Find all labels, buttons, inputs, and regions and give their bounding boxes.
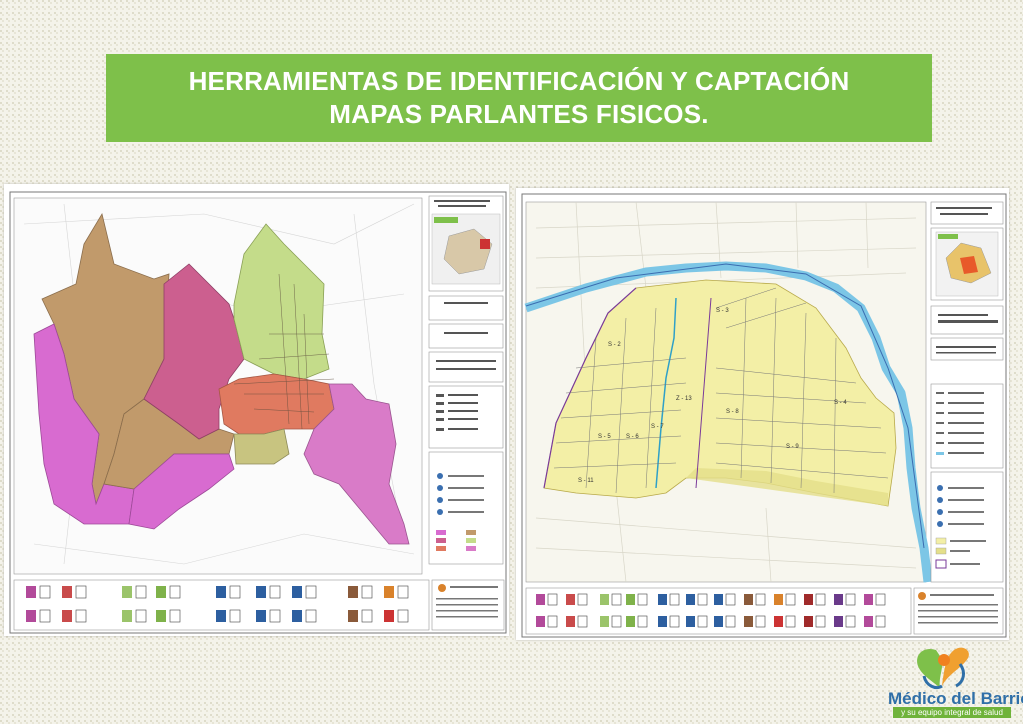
logo-tagline: y su equipo integral de salud xyxy=(893,707,1011,718)
title-line-2: MAPAS PARLANTES FISICOS. xyxy=(329,99,709,129)
label-s7: S - 7 xyxy=(651,424,664,430)
title-banner: HERRAMIENTAS DE IDENTIFICACIÓN Y CAPTACI… xyxy=(106,54,932,142)
zona-salmon-center xyxy=(218,373,335,435)
label-s5: S - 5 xyxy=(598,434,611,440)
label-z13: Z - 13 xyxy=(676,396,692,402)
label-s4: S - 4 xyxy=(834,400,847,406)
label-s8: S - 8 xyxy=(726,409,739,415)
left-map-svg xyxy=(9,191,507,634)
title-line-1: HERRAMIENTAS DE IDENTIFICACIÓN Y CAPTACI… xyxy=(188,66,850,96)
zona-olive-south xyxy=(233,428,290,465)
right-map-sheet: S - 2 S - 3 S - 5 S - 6 S - 7 S - 8 S - … xyxy=(516,188,1009,640)
right-map-svg: S - 2 S - 3 S - 5 S - 6 S - 7 S - 8 S - … xyxy=(521,193,1007,638)
label-s6: S - 6 xyxy=(626,434,639,440)
label-s3: S - 3 xyxy=(716,308,729,314)
label-s2: S - 2 xyxy=(608,342,621,348)
logo-name: Médico del Barrio xyxy=(888,689,1023,708)
label-s9: S - 9 xyxy=(786,444,799,450)
label-s11: S - 11 xyxy=(578,478,594,484)
left-map-sheet xyxy=(4,184,509,636)
